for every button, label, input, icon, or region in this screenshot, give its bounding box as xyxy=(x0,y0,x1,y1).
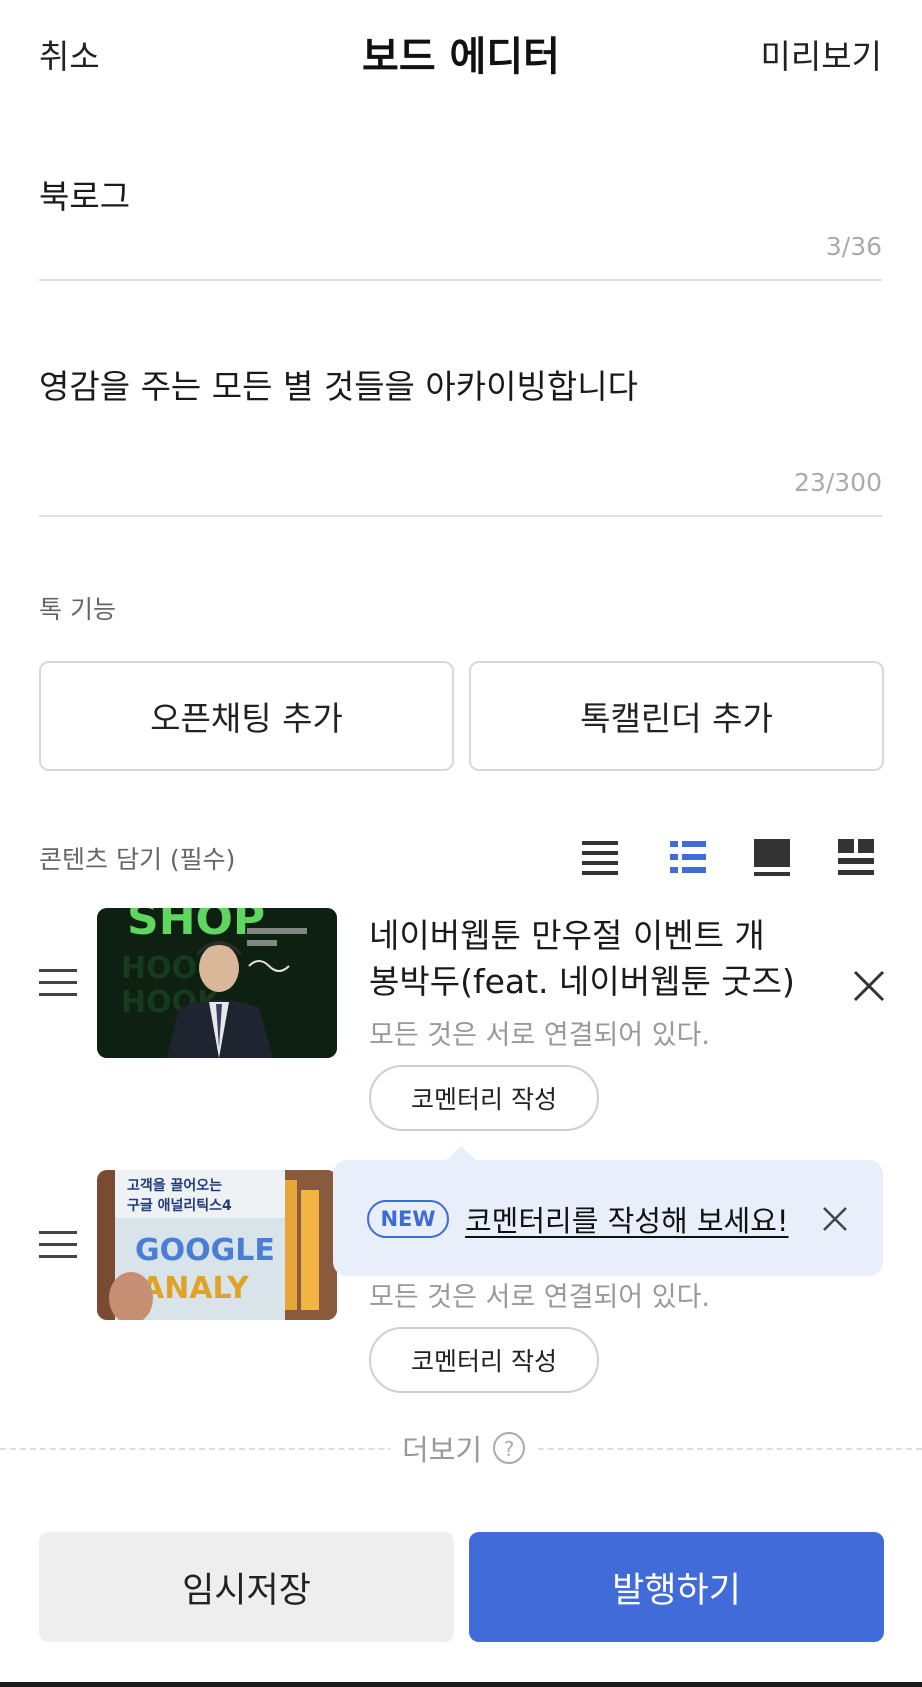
more-section: 더보기 ? xyxy=(0,1425,922,1471)
write-commentary-button[interactable]: 코멘터리 작성 xyxy=(369,1327,599,1393)
svg-text:SHOP: SHOP xyxy=(127,908,265,945)
close-tooltip-icon[interactable] xyxy=(820,1204,850,1234)
commentary-tooltip: NEW 코멘터리를 작성해 보세요! xyxy=(333,1146,883,1276)
top-bar: 취소 보드 에디터 미리보기 xyxy=(0,0,922,100)
content-thumbnail: 고객을 끌어오는 구글 애널리틱스4 GOOGLE ANALY xyxy=(97,1170,337,1320)
svg-text:구글 애널리틱스4: 구글 애널리틱스4 xyxy=(127,1197,232,1214)
new-badge: NEW xyxy=(367,1200,449,1238)
more-label: 더보기 xyxy=(402,1433,483,1467)
content-subtitle: 모든 것은 서로 연결되어 있다. xyxy=(369,1020,710,1051)
remove-item-icon[interactable] xyxy=(851,968,887,1004)
write-commentary-button[interactable]: 코멘터리 작성 xyxy=(369,1065,599,1131)
svg-text:GOOGLE: GOOGLE xyxy=(135,1233,275,1268)
grid-icon[interactable] xyxy=(836,837,876,879)
board-title-field[interactable]: 북로그 3/36 xyxy=(39,160,882,281)
talk-features-label: 톡 기능 xyxy=(39,595,116,624)
board-description-counter: 23/300 xyxy=(794,468,882,497)
drag-handle-icon[interactable] xyxy=(39,1227,77,1263)
content-subtitle: 모든 것은 서로 연결되어 있다. xyxy=(369,1282,710,1313)
save-draft-button[interactable]: 임시저장 xyxy=(39,1532,454,1642)
preview-button[interactable]: 미리보기 xyxy=(761,30,882,78)
list-bullet-icon[interactable] xyxy=(668,837,708,879)
add-open-chat-button[interactable]: 오픈채팅 추가 xyxy=(39,661,454,771)
svg-text:?: ? xyxy=(504,1437,515,1461)
board-title-counter: 3/36 xyxy=(825,232,882,261)
card-large-icon[interactable] xyxy=(752,837,792,879)
drag-handle-icon[interactable] xyxy=(39,965,77,1001)
view-mode-switcher xyxy=(580,837,882,883)
svg-text:고객을 끌어오는: 고객을 끌어오는 xyxy=(127,1177,222,1194)
content-title[interactable]: 네이버웹툰 만우절 이벤트 개 봉박두(feat. 네이버웹툰 굿즈) xyxy=(369,913,799,1005)
content-thumbnail: SHOP HOOK HOOK xyxy=(97,908,337,1058)
svg-text:ANALY: ANALY xyxy=(141,1271,250,1306)
tooltip-link[interactable]: 코멘터리를 작성해 보세요! xyxy=(465,1198,789,1240)
board-description-field[interactable]: 영감을 주는 모든 별 것들을 아카이빙합니다 23/300 xyxy=(39,350,882,517)
bottom-edge xyxy=(0,1682,922,1687)
help-icon[interactable]: ? xyxy=(492,1431,526,1465)
list-compact-icon[interactable] xyxy=(580,837,620,879)
contents-label: 콘텐츠 담기 (필수) xyxy=(39,845,236,874)
publish-button[interactable]: 발행하기 xyxy=(469,1532,884,1642)
board-description-input[interactable]: 영감을 주는 모든 별 것들을 아카이빙합니다 xyxy=(39,360,638,408)
more-button[interactable]: 더보기 ? xyxy=(390,1425,539,1471)
board-title-input[interactable]: 북로그 xyxy=(39,170,130,218)
content-item: SHOP HOOK HOOK 네이버웹툰 만우절 이벤트 개 봉박두(feat.… xyxy=(0,903,922,1143)
add-talk-calendar-button[interactable]: 톡캘린더 추가 xyxy=(469,661,884,771)
